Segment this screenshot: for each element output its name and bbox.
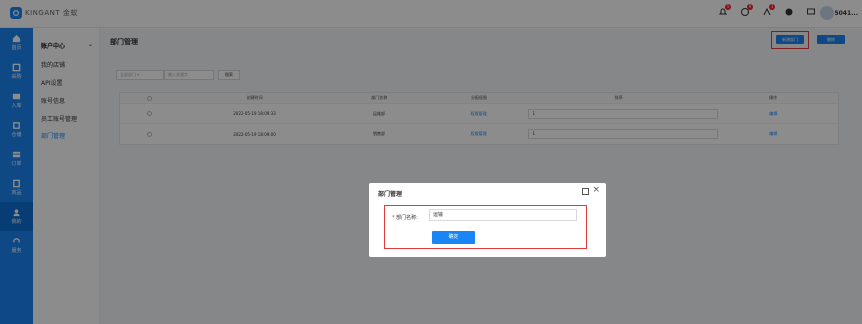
maximize-icon[interactable] [582, 188, 589, 195]
department-name-label: * 部门名称: [392, 215, 418, 221]
modal-overlay[interactable] [0, 0, 862, 324]
department-name-input[interactable]: 运输 [429, 209, 577, 221]
modal-title: 部门管理 [378, 191, 403, 198]
department-modal: 部门管理 × * 部门名称: 运输 确定 [369, 183, 606, 257]
close-icon[interactable]: × [592, 185, 600, 195]
confirm-button[interactable]: 确定 [432, 231, 475, 244]
